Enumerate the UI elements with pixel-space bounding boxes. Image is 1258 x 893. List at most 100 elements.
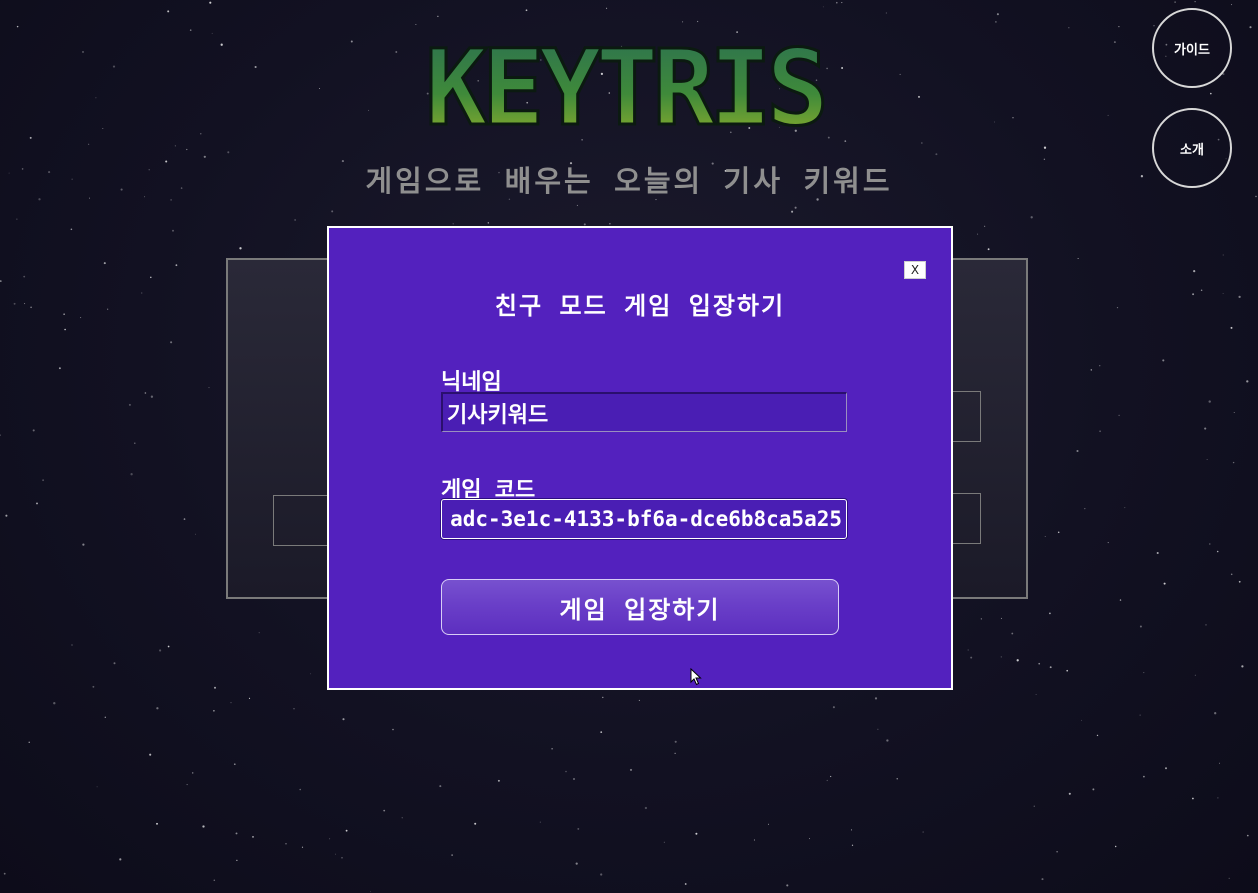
star bbox=[1011, 632, 1014, 635]
game-code-input[interactable] bbox=[441, 499, 847, 539]
star bbox=[474, 822, 477, 825]
star bbox=[573, 778, 575, 780]
star bbox=[395, 51, 398, 53]
star bbox=[1194, 674, 1196, 676]
star bbox=[64, 328, 66, 331]
about-button[interactable]: 소개 bbox=[1152, 108, 1232, 188]
star bbox=[877, 728, 879, 730]
star bbox=[987, 248, 990, 251]
star bbox=[30, 306, 32, 309]
star bbox=[1209, 543, 1211, 545]
star bbox=[213, 709, 215, 712]
star bbox=[1232, 461, 1235, 464]
background-option-box bbox=[273, 495, 333, 546]
star bbox=[826, 779, 828, 782]
star bbox=[980, 618, 982, 620]
star bbox=[0, 280, 2, 283]
star bbox=[310, 673, 312, 675]
star bbox=[128, 403, 131, 406]
star bbox=[996, 13, 999, 16]
star bbox=[1139, 714, 1141, 716]
star bbox=[368, 109, 370, 111]
star bbox=[113, 662, 116, 665]
star bbox=[1049, 666, 1052, 669]
star bbox=[16, 218, 18, 220]
star bbox=[191, 772, 194, 774]
star bbox=[112, 65, 116, 68]
star bbox=[1193, 269, 1196, 273]
star bbox=[1124, 507, 1126, 509]
star bbox=[401, 817, 403, 819]
guide-button[interactable]: 가이드 bbox=[1152, 8, 1232, 88]
star bbox=[1068, 792, 1071, 795]
star bbox=[1092, 788, 1095, 791]
star bbox=[487, 222, 489, 224]
star bbox=[235, 832, 238, 835]
star bbox=[1231, 4, 1233, 6]
star bbox=[917, 95, 921, 98]
star bbox=[383, 809, 386, 812]
star bbox=[32, 429, 35, 432]
star bbox=[684, 883, 687, 885]
star bbox=[581, 139, 583, 141]
star bbox=[319, 88, 321, 89]
star bbox=[609, 223, 611, 225]
star bbox=[258, 632, 260, 634]
star bbox=[1119, 599, 1122, 601]
star bbox=[1194, 0, 1196, 3]
keytris-logo: KEYTRIS bbox=[422, 38, 827, 136]
nickname-input[interactable] bbox=[441, 392, 847, 432]
star bbox=[1219, 762, 1220, 764]
star bbox=[1076, 449, 1079, 453]
star bbox=[186, 148, 188, 151]
star bbox=[1038, 662, 1041, 665]
star bbox=[497, 779, 500, 782]
star bbox=[53, 702, 56, 705]
star bbox=[935, 153, 938, 156]
star bbox=[1081, 719, 1083, 721]
star bbox=[42, 479, 44, 482]
star bbox=[335, 853, 336, 855]
star bbox=[874, 697, 878, 700]
star bbox=[1118, 414, 1120, 417]
star bbox=[119, 858, 122, 861]
star bbox=[830, 775, 832, 778]
star bbox=[254, 65, 257, 69]
star bbox=[1099, 365, 1101, 367]
star bbox=[674, 752, 676, 755]
star bbox=[1174, 1, 1176, 3]
star bbox=[1210, 92, 1212, 95]
star bbox=[5, 514, 8, 517]
star bbox=[415, 24, 417, 26]
star bbox=[1238, 580, 1241, 583]
star bbox=[1056, 851, 1058, 853]
star bbox=[791, 210, 794, 213]
star bbox=[13, 302, 16, 305]
star bbox=[1143, 672, 1145, 674]
star bbox=[1043, 146, 1047, 149]
star bbox=[794, 206, 797, 209]
star bbox=[602, 696, 604, 699]
star bbox=[331, 210, 334, 213]
modal-close-button[interactable]: X bbox=[904, 261, 926, 279]
star bbox=[695, 832, 698, 835]
star bbox=[1068, 27, 1070, 29]
star bbox=[150, 395, 154, 398]
star bbox=[294, 219, 296, 221]
star bbox=[88, 143, 90, 145]
star bbox=[341, 857, 343, 859]
star bbox=[104, 716, 106, 718]
star bbox=[144, 392, 147, 394]
star bbox=[1249, 26, 1252, 29]
star bbox=[156, 822, 158, 825]
star bbox=[452, 223, 454, 225]
star bbox=[1049, 612, 1051, 615]
enter-game-button[interactable]: 게임 입장하기 bbox=[441, 579, 839, 635]
star bbox=[753, 839, 755, 841]
star bbox=[967, 649, 969, 651]
star bbox=[141, 292, 143, 294]
star bbox=[1192, 797, 1194, 800]
star bbox=[629, 768, 633, 771]
star bbox=[827, 136, 830, 139]
star bbox=[809, 838, 810, 840]
